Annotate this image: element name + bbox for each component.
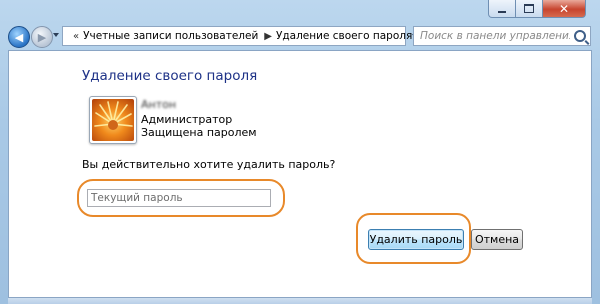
minimize-button[interactable] xyxy=(488,0,516,18)
search-input[interactable] xyxy=(418,29,572,43)
content-pane: Удаление своего пароля Антон Администрат… xyxy=(8,50,592,298)
back-button[interactable]: ◀ xyxy=(8,26,30,48)
user-name: Антон xyxy=(141,98,177,111)
forward-arrow-icon: ▶ xyxy=(37,30,47,44)
window-bottom-edge xyxy=(8,298,592,304)
remove-password-button[interactable]: Удалить пароль xyxy=(368,229,464,250)
close-icon: ✕ xyxy=(558,1,570,16)
back-arrow-icon: ◀ xyxy=(14,30,24,44)
search-box[interactable] xyxy=(413,26,591,46)
maximize-icon xyxy=(524,4,534,13)
page-title: Удаление своего пароля xyxy=(82,68,258,84)
cancel-button[interactable]: Отмена xyxy=(471,229,523,250)
minimize-icon xyxy=(498,10,506,13)
user-password-status: Защищена паролем xyxy=(141,126,257,139)
navigation-bar: ◀ ▶ « Учетные записи пользователей ▶ Уда… xyxy=(0,24,600,50)
flower-picture-icon xyxy=(92,99,134,141)
confirmation-question: Вы действительно хотите удалить пароль? xyxy=(82,158,336,171)
avatar xyxy=(89,96,137,144)
recent-pages-dropdown[interactable] xyxy=(53,33,59,37)
breadcrumb-remove-password[interactable]: Удаление своего пароля xyxy=(276,30,412,42)
breadcrumb-separator[interactable]: ▶ xyxy=(264,31,272,42)
forward-button[interactable]: ▶ xyxy=(31,26,53,48)
maximize-button[interactable] xyxy=(516,0,543,18)
address-bar[interactable]: « Учетные записи пользователей ▶ Удалени… xyxy=(62,26,419,46)
window-caption-buttons: ✕ xyxy=(488,0,586,18)
current-password-field[interactable] xyxy=(87,189,271,207)
user-role: Администратор xyxy=(141,113,233,126)
close-button[interactable]: ✕ xyxy=(543,0,586,18)
search-icon[interactable] xyxy=(574,30,586,42)
breadcrumb-user-accounts[interactable]: Учетные записи пользователей xyxy=(83,30,258,42)
breadcrumb-overflow[interactable]: « xyxy=(73,31,79,42)
